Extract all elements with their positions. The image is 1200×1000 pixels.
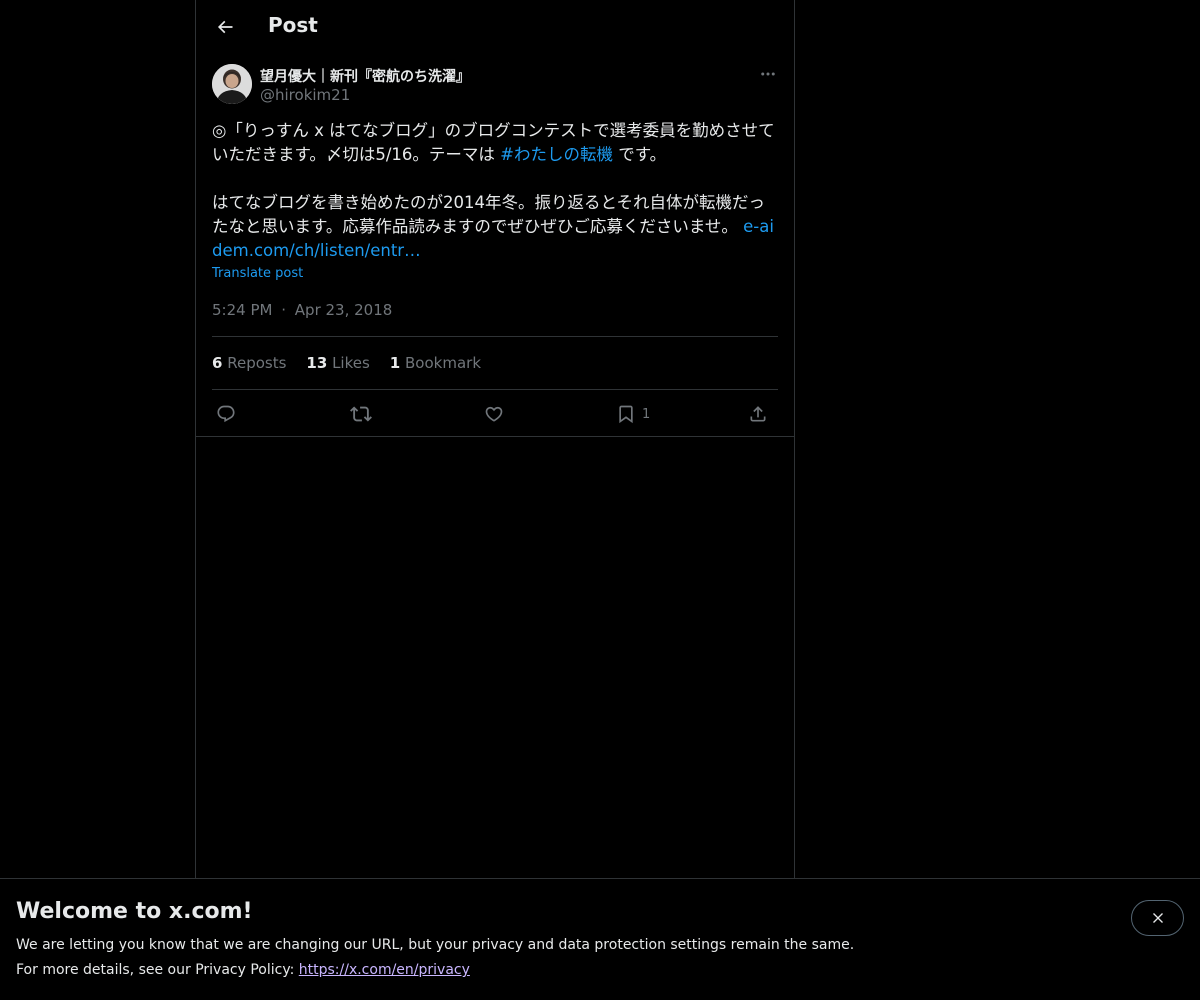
like-icon bbox=[485, 406, 503, 422]
back-arrow-icon bbox=[217, 20, 233, 34]
author-handle[interactable]: @hirokim21 bbox=[260, 86, 350, 104]
post-paragraph-2: はてなブログを書き始めたのが2014年冬。振り返るとそれ自体が転機だったなと思い… bbox=[212, 191, 778, 263]
post-timestamp: 5:24 PM · Apr 23, 2018 bbox=[212, 301, 392, 319]
bookmark-icon bbox=[619, 405, 633, 424]
divider bbox=[196, 436, 794, 437]
share-icon bbox=[750, 406, 766, 422]
author-name[interactable]: 望月優大｜新刊『密航のち洗濯』 bbox=[260, 66, 470, 86]
close-icon bbox=[1152, 913, 1163, 923]
banner-message: We are letting you know that we are chan… bbox=[16, 937, 855, 953]
more-icon bbox=[761, 72, 775, 76]
reposts-stat[interactable]: 6 Reposts bbox=[212, 354, 286, 374]
likes-stat[interactable]: 13 Likes bbox=[306, 354, 369, 374]
action-bar: 1 bbox=[212, 400, 778, 428]
bookmark-button[interactable]: 1 bbox=[616, 400, 650, 428]
post-date[interactable]: Apr 23, 2018 bbox=[295, 301, 393, 319]
repost-button[interactable] bbox=[350, 400, 372, 428]
post-paragraph-1: ◎「りっすん x はてなブログ」のブログコンテストで選考委員を勤めさせていただき… bbox=[212, 119, 778, 167]
bookmarks-stat[interactable]: 1 Bookmark bbox=[390, 354, 481, 374]
post-text-part: ◎「りっすん x はてなブログ」のブログコンテストで選考委員を勤めさせていただき… bbox=[212, 121, 775, 164]
banner-privacy-prefix: For more details, see our Privacy Policy… bbox=[16, 962, 299, 978]
banner-privacy-line: For more details, see our Privacy Policy… bbox=[16, 962, 470, 978]
banner-title: Welcome to x.com! bbox=[16, 899, 253, 924]
post-stats: 6 Reposts 13 Likes 1 Bookmark bbox=[212, 354, 481, 374]
bookmarks-count: 1 bbox=[389, 354, 401, 372]
reposts-label: Reposts bbox=[227, 354, 287, 372]
translate-post-link[interactable]: Translate post bbox=[212, 266, 303, 281]
post-text-part: です。 bbox=[612, 145, 667, 164]
bookmark-count: 1 bbox=[642, 406, 651, 422]
top-bar: Post bbox=[196, 0, 794, 53]
reply-icon bbox=[217, 405, 235, 423]
reply-button[interactable] bbox=[216, 400, 236, 428]
privacy-policy-link[interactable]: https://x.com/en/privacy bbox=[299, 962, 470, 978]
share-button[interactable] bbox=[748, 400, 768, 428]
reposts-count: 6 bbox=[212, 354, 223, 372]
post-text-part: はてなブログを書き始めたのが2014年冬。振り返るとそれ自体が転機だったなと思い… bbox=[212, 193, 765, 236]
more-options-button[interactable] bbox=[758, 64, 778, 84]
divider bbox=[212, 389, 778, 390]
post-text: ◎「りっすん x はてなブログ」のブログコンテストで選考委員を勤めさせていただき… bbox=[212, 119, 778, 263]
close-banner-button[interactable] bbox=[1131, 900, 1184, 936]
page-title: Post bbox=[268, 13, 318, 37]
post-time[interactable]: 5:24 PM bbox=[212, 301, 272, 319]
avatar[interactable] bbox=[212, 64, 252, 104]
like-button[interactable] bbox=[484, 400, 504, 428]
paragraph-spacer bbox=[212, 167, 778, 191]
post-column: Post 望月優大｜新刊『密航のち洗濯』 @hirokim21 ◎「りっすん x… bbox=[195, 0, 795, 1000]
back-button[interactable] bbox=[208, 10, 242, 44]
likes-count: 13 bbox=[306, 354, 328, 372]
hashtag-link[interactable]: #わたしの転機 bbox=[500, 145, 613, 164]
repost-icon bbox=[350, 406, 372, 422]
divider bbox=[212, 336, 778, 337]
likes-label: Likes bbox=[332, 354, 370, 372]
post-author: 望月優大｜新刊『密航のち洗濯』 @hirokim21 bbox=[212, 64, 778, 108]
url-change-banner: Welcome to x.com! We are letting you kno… bbox=[0, 878, 1200, 1000]
bookmarks-label: Bookmark bbox=[405, 354, 482, 372]
avatar-image bbox=[212, 64, 252, 104]
separator-dot: · bbox=[281, 301, 287, 319]
